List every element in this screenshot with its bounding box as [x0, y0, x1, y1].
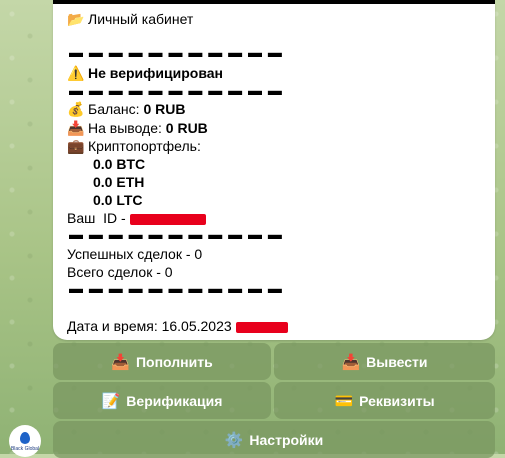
- bot-avatar[interactable]: Black Global: [9, 425, 41, 457]
- balance-line: 💰 Баланс: 0 RUB: [67, 100, 185, 118]
- balance-label: Баланс:: [88, 101, 140, 117]
- deposit-label: Пополнить: [135, 353, 213, 370]
- cabinet-header: 📂 Личный кабинет: [67, 10, 193, 28]
- avatar-logo-icon: [20, 432, 30, 444]
- verification-status: ⚠️ Не верифицирован: [67, 64, 223, 82]
- settings-label: Настройки: [249, 431, 324, 448]
- verification-label: Верификация: [126, 392, 223, 409]
- inbox-tray-icon: 📥: [111, 353, 130, 371]
- balance-value: 0 RUB: [143, 101, 186, 117]
- portfolio-label: Криптопортфель:: [88, 138, 201, 154]
- successful-deals: Успешных сделок - 0: [67, 246, 203, 262]
- withdrawal-value: 0 RUB: [165, 120, 208, 136]
- inbox-tray-icon: 📥: [67, 120, 85, 136]
- separator: ▬ ▬ ▬ ▬ ▬ ▬ ▬ ▬ ▬ ▬ ▬: [69, 44, 283, 60]
- user-id-label: Ваш ID -: [67, 210, 126, 226]
- user-id-line: Ваш ID -: [67, 209, 206, 227]
- requisites-label: Реквизиты: [359, 392, 435, 409]
- verification-button[interactable]: 📝 Верификация: [53, 382, 271, 419]
- bot-message-bubble: 📂 Личный кабинет ▬ ▬ ▬ ▬ ▬ ▬ ▬ ▬ ▬ ▬ ▬ ⚠️…: [53, 4, 495, 340]
- gear-icon: ⚙️: [224, 431, 244, 449]
- redacted-user-id: [129, 213, 206, 225]
- withdraw-button[interactable]: 📥 Вывести: [274, 343, 495, 380]
- deposit-button[interactable]: 📥 Пополнить: [53, 343, 271, 380]
- withdrawal-line: 📥 На выводе: 0 RUB: [67, 119, 208, 137]
- total-deals: Всего сделок - 0: [67, 264, 173, 280]
- requisites-button[interactable]: 💳 Реквизиты: [274, 382, 495, 419]
- memo-icon: 📝: [101, 392, 121, 410]
- datetime-text: Дата и время: 16.05.2023: [67, 318, 232, 334]
- crypto-eth: 0.0 ETH: [93, 174, 145, 190]
- separator: ▬ ▬ ▬ ▬ ▬ ▬ ▬ ▬ ▬ ▬ ▬: [69, 82, 283, 98]
- withdraw-label: Вывести: [366, 353, 428, 370]
- withdrawal-label: На выводе:: [88, 120, 162, 136]
- datetime-line: Дата и время: 16.05.2023: [67, 317, 288, 335]
- money-bag-icon: 💰: [67, 101, 85, 117]
- avatar-text: Black Global: [10, 446, 40, 452]
- separator: ▬ ▬ ▬ ▬ ▬ ▬ ▬ ▬ ▬ ▬ ▬: [69, 226, 283, 242]
- folder-icon: 📂: [67, 11, 85, 27]
- cabinet-header-text: Личный кабинет: [88, 11, 194, 27]
- crypto-btc: 0.0 BTC: [93, 156, 146, 172]
- settings-button[interactable]: ⚙️ Настройки: [53, 421, 495, 458]
- warning-icon: ⚠️: [67, 65, 85, 81]
- separator: ▬ ▬ ▬ ▬ ▬ ▬ ▬ ▬ ▬ ▬ ▬: [69, 280, 283, 296]
- verification-status-text: Не верифицирован: [88, 65, 223, 81]
- crypto-ltc: 0.0 LTC: [93, 192, 143, 208]
- redacted-time: [235, 321, 288, 333]
- credit-card-icon: 💳: [334, 392, 354, 410]
- portfolio-line: 💼 Криптопортфель:: [67, 137, 201, 155]
- briefcase-icon: 💼: [67, 138, 85, 154]
- inbox-tray-icon: 📥: [341, 353, 361, 371]
